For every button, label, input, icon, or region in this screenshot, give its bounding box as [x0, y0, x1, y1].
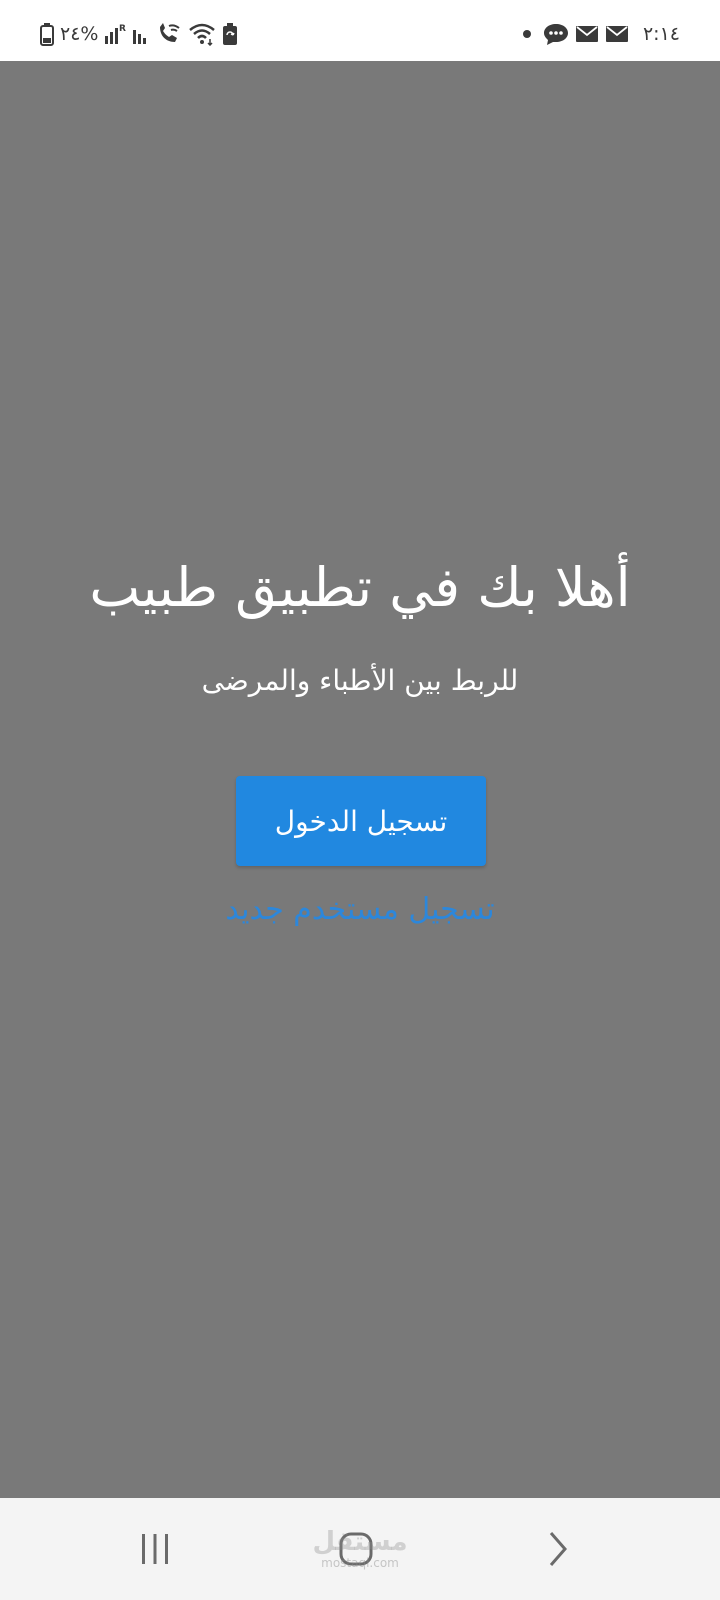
mail-icon	[575, 26, 598, 42]
dot-icon	[522, 30, 531, 38]
register-link[interactable]: تسجيل مستخدم جديد	[0, 887, 720, 933]
battery-saver-icon	[223, 23, 238, 45]
page-subtitle: للربط بين الأطباء والمرضى	[201, 664, 519, 697]
mail-icon	[605, 26, 628, 42]
navigation-bar	[0, 1498, 720, 1600]
message-bubble-icon	[543, 24, 568, 45]
home-icon	[339, 1532, 373, 1566]
battery-icon	[40, 23, 54, 46]
home-button[interactable]	[326, 1526, 386, 1572]
phone-screen: %٢٤ R ٢:١٤ أهلا بك في تطبيق طبيب للربط ب…	[0, 0, 720, 1600]
status-bar: %٢٤ R ٢:١٤	[0, 0, 720, 61]
status-bar-right: ٢:١٤	[522, 20, 680, 48]
welcome-screen: أهلا بك في تطبيق طبيب للربط بين الأطباء …	[0, 61, 720, 1498]
status-bar-left: %٢٤ R	[40, 20, 238, 48]
battery-percent: %٢٤	[60, 23, 99, 45]
wifi-calling-icon	[160, 23, 181, 42]
status-time: ٢:١٤	[642, 23, 680, 45]
signal-roaming-icon: R	[105, 24, 126, 44]
back-icon	[549, 1532, 567, 1566]
recents-button[interactable]	[125, 1526, 185, 1572]
wifi-icon	[189, 23, 216, 46]
login-button[interactable]: تسجيل الدخول	[236, 776, 486, 866]
svg-text:R: R	[119, 24, 126, 34]
page-title: أهلا بك في تطبيق طبيب	[89, 556, 631, 619]
signal-icon	[133, 30, 147, 44]
back-button[interactable]	[527, 1526, 587, 1572]
recents-icon	[142, 1534, 168, 1564]
